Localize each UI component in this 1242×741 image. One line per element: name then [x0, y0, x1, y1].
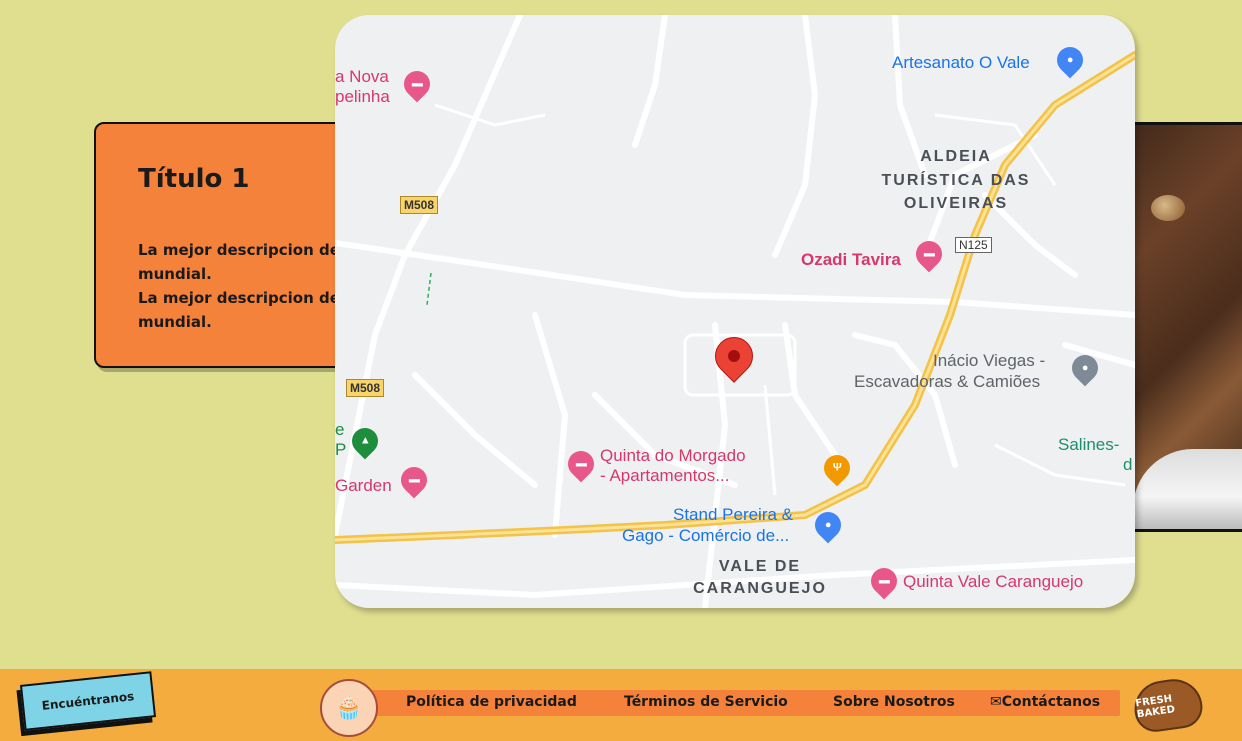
poi-label[interactable]: Quinta do Morgado	[600, 446, 746, 466]
poi-label[interactable]: Gago - Comércio de...	[622, 526, 789, 546]
poi-label[interactable]: pelinha	[335, 87, 390, 107]
mail-icon: ✉	[990, 694, 1002, 710]
cupcake-logo-icon[interactable]: 🧁	[320, 679, 378, 737]
contact-link[interactable]: ✉Contáctanos	[990, 694, 1100, 710]
area-label: TURÍSTICA DAS	[881, 172, 1031, 189]
road-shield-m508: M508	[400, 196, 439, 214]
about-link[interactable]: Sobre Nosotros	[833, 694, 955, 710]
poi-label[interactable]: e	[335, 420, 344, 440]
poi-label[interactable]: Escavadoras & Camiões	[854, 372, 1040, 392]
privacy-link[interactable]: Política de privacidad	[406, 694, 577, 710]
card-title: Título 1	[138, 164, 250, 194]
road-shield-n125: N125	[955, 237, 992, 253]
terms-link[interactable]: Términos de Servicio	[624, 694, 788, 710]
poi-label[interactable]: d	[1123, 455, 1132, 475]
poi-label[interactable]: Artesanato O Vale	[892, 53, 1030, 73]
area-label: ALDEIA	[920, 148, 992, 165]
poi-label[interactable]: Quinta Vale Caranguejo	[903, 572, 1083, 592]
area-label: CARANGUEJO	[693, 580, 827, 597]
poi-label[interactable]: Salines-	[1058, 435, 1119, 455]
poi-label[interactable]: Ozadi Tavira	[801, 250, 901, 270]
decor-nut	[1151, 195, 1185, 221]
poi-label[interactable]: a Nova	[335, 67, 389, 87]
road-shield-m508: M508	[346, 379, 385, 397]
poi-label[interactable]: Stand Pereira &	[673, 505, 793, 525]
plate-image	[1133, 449, 1242, 529]
poi-label[interactable]: P	[335, 440, 346, 460]
poi-label[interactable]: Inácio Viegas -	[933, 351, 1045, 371]
poi-label[interactable]: Garden	[335, 476, 392, 496]
area-label: OLIVEIRAS	[903, 195, 1009, 212]
area-label: VALE DE	[718, 558, 802, 575]
location-map[interactable]: M508 M508 N125 ALDEIA TURÍSTICA DAS OLIV…	[335, 15, 1135, 608]
poi-label[interactable]: - Apartamentos...	[600, 466, 729, 486]
